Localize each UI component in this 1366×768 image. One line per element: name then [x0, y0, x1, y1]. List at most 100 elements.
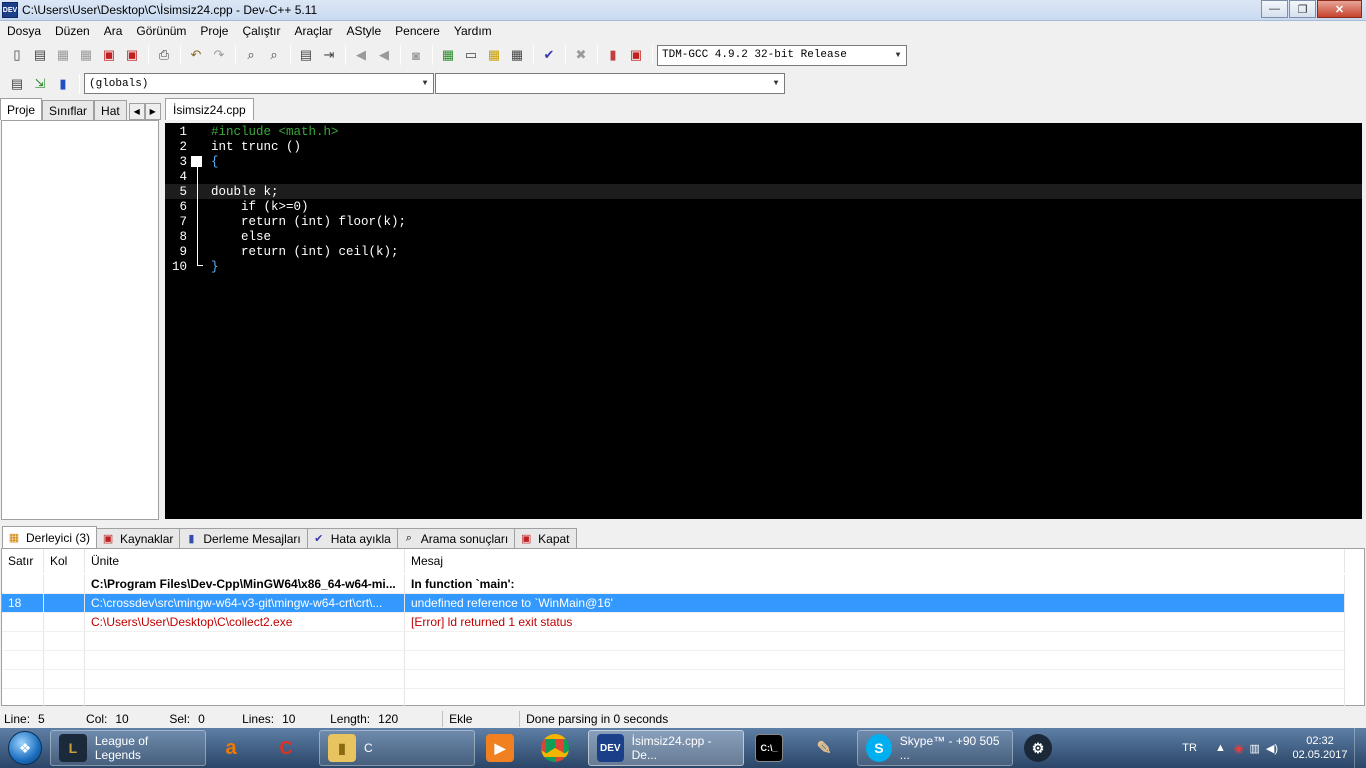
tab-hata[interactable]: Hat [94, 100, 127, 120]
tab-compiler[interactable]: ▦ Derleyici (3) [2, 526, 98, 548]
taskbar-item-folder[interactable]: ▮ C [319, 730, 475, 766]
unindent-icon[interactable]: ◀ [373, 44, 395, 66]
tab-siniflar[interactable]: Sınıflar [42, 100, 95, 120]
delete-profile-icon[interactable]: ▣ [625, 44, 647, 66]
header-mesaj[interactable]: Mesaj [405, 549, 1345, 573]
project-options-icon[interactable]: ▮ [52, 73, 74, 95]
tab-compile-log[interactable]: ▮ Derleme Mesajları [179, 528, 308, 548]
close-button[interactable]: ✕ [1317, 0, 1362, 18]
find-icon[interactable]: ⌕ [240, 44, 262, 66]
chevron-down-icon[interactable]: ▼ [890, 46, 906, 65]
minimize-button[interactable]: — [1261, 0, 1288, 18]
table-row[interactable]: C:\Program Files\Dev-Cpp\MinGW64\x86_64-… [2, 575, 1345, 594]
indent-icon[interactable]: ◀ [350, 44, 372, 66]
menu-araclar[interactable]: Araçlar [287, 24, 339, 38]
goto-icon[interactable]: ▤ [295, 44, 317, 66]
taskbar-item-media[interactable]: ▶ [478, 730, 530, 766]
tab-close[interactable]: ▣ Kapat [514, 528, 577, 548]
lol-icon: L [59, 734, 87, 762]
tab-proje[interactable]: Proje [0, 98, 43, 120]
taskbar-item-devcpp[interactable]: DEV İsimsiz24.cpp - De... [588, 730, 744, 766]
compiler-output-table[interactable]: Satır Kol Ünite Mesaj C:\Program Files\D… [1, 548, 1365, 708]
volume-icon[interactable]: ◀) [1266, 742, 1278, 755]
cell-col [44, 613, 85, 631]
show-desktop-button[interactable] [1354, 728, 1366, 768]
redo-icon[interactable]: ↷ [208, 44, 230, 66]
chevron-down-icon[interactable]: ▼ [768, 74, 784, 93]
syntax-check-icon[interactable]: ✔ [538, 44, 560, 66]
system-tray: TR ▲ ◉ ▥ ◀) 02:32 02.05.2017 [1182, 728, 1366, 768]
menu-calistir[interactable]: Çalıştır [235, 24, 287, 38]
table-row-empty [2, 689, 1345, 708]
network-icon[interactable]: ▥ [1249, 742, 1259, 755]
print-icon[interactable]: ⎙ [153, 44, 175, 66]
new-file-icon[interactable]: ▯ [6, 44, 28, 66]
clock[interactable]: 02:32 02.05.2017 [1290, 734, 1350, 762]
replace-icon[interactable]: ⌕ [263, 44, 285, 66]
code-text: { [211, 154, 219, 169]
header-kol[interactable]: Kol [44, 549, 85, 573]
taskbar-item-steam[interactable]: ⚙ [1016, 730, 1068, 766]
stop-icon[interactable]: ✖ [570, 44, 592, 66]
new-project-icon[interactable]: ▤ [6, 73, 28, 95]
code-text: #include <math.h> [211, 124, 339, 139]
open-file-icon[interactable]: ▤ [29, 44, 51, 66]
compile-icon[interactable]: ▦ [437, 44, 459, 66]
taskbar-item-paint[interactable]: ✎ [802, 730, 854, 766]
tab-label: Derleyici (3) [26, 530, 91, 545]
menu-yardim[interactable]: Yardım [447, 24, 499, 38]
header-satir[interactable]: Satır [2, 549, 44, 573]
menu-pencere[interactable]: Pencere [388, 24, 447, 38]
close-file-icon[interactable]: ▣ [98, 44, 120, 66]
rebuild-icon[interactable]: ▦ [506, 44, 528, 66]
project-tree-panel[interactable] [1, 120, 159, 520]
tab-resources[interactable]: ▣ Kaynaklar [96, 528, 181, 548]
save-all-icon[interactable]: ▦ [75, 44, 97, 66]
language-indicator[interactable]: TR [1182, 742, 1197, 754]
scope-select[interactable]: (globals) ▼ [84, 73, 434, 94]
menu-proje[interactable]: Proje [193, 24, 235, 38]
tray-app-icon[interactable]: ◉ [1234, 742, 1244, 755]
add-to-project-icon[interactable]: ⇲ [29, 73, 51, 95]
tab-find-results[interactable]: ⌕ Arama sonuçları [396, 528, 516, 548]
taskbar-item-avast[interactable]: a [209, 730, 261, 766]
save-icon[interactable]: ▦ [52, 44, 74, 66]
toggle-comment-icon[interactable]: ◙ [405, 44, 427, 66]
run-icon[interactable]: ▭ [460, 44, 482, 66]
taskbar-item-skype[interactable]: S Skype™ - +90 505 ... [857, 730, 1013, 766]
start-button[interactable]: ❖ [0, 728, 50, 768]
menu-ara[interactable]: Ara [97, 24, 130, 38]
fold-marker-icon[interactable] [191, 156, 202, 167]
table-row[interactable]: C:\Users\User\Desktop\C\collect2.exe [Er… [2, 613, 1345, 632]
tab-label: Hata ayıkla [330, 531, 391, 546]
show-hidden-icons-icon[interactable]: ▲ [1215, 742, 1226, 754]
menu-astyle[interactable]: AStyle [339, 24, 388, 38]
header-unite[interactable]: Ünite [85, 549, 405, 573]
taskbar-item-chrome[interactable] [533, 730, 585, 766]
menu-gorunum[interactable]: Görünüm [129, 24, 193, 38]
editor-tab[interactable]: İsimsiz24.cpp [165, 98, 254, 120]
compile-run-icon[interactable]: ▦ [483, 44, 505, 66]
taskbar-item-cmd[interactable]: C:\_ [747, 730, 799, 766]
taskbar-item-lol[interactable]: L League of Legends [50, 730, 206, 766]
menu-duzen[interactable]: Düzen [48, 24, 97, 38]
taskbar-item-ccleaner[interactable]: C [264, 730, 316, 766]
window-title: C:\Users\User\Desktop\C\İsimsiz24.cpp - … [22, 3, 318, 17]
cell-line [2, 575, 44, 593]
tab-debug[interactable]: ✔ Hata ayıkla [306, 528, 398, 548]
code-editor[interactable]: 1 #include <math.h> 2 int trunc () 3 { 4… [165, 123, 1362, 519]
tab-scroll-right-icon[interactable]: ▶ [144, 103, 161, 120]
compiler-select[interactable]: TDM-GCC 4.9.2 32-bit Release ▼ [657, 44, 907, 66]
maximize-button[interactable]: ❐ [1289, 0, 1316, 18]
chevron-down-icon[interactable]: ▼ [417, 74, 433, 93]
goto-line-icon[interactable]: ⇥ [318, 44, 340, 66]
profile-icon[interactable]: ▮ [602, 44, 624, 66]
tab-scroll-left-icon[interactable]: ◀ [128, 103, 145, 120]
devcpp-icon: DEV [597, 734, 624, 762]
member-select[interactable]: ▼ [435, 73, 785, 94]
close-all-icon[interactable]: ▣ [121, 44, 143, 66]
undo-icon[interactable]: ↶ [185, 44, 207, 66]
table-row-selected[interactable]: 18 C:\crossdev\src\mingw-w64-v3-git\ming… [2, 594, 1345, 613]
menu-dosya[interactable]: Dosya [0, 24, 48, 38]
code-text: } [211, 259, 219, 274]
